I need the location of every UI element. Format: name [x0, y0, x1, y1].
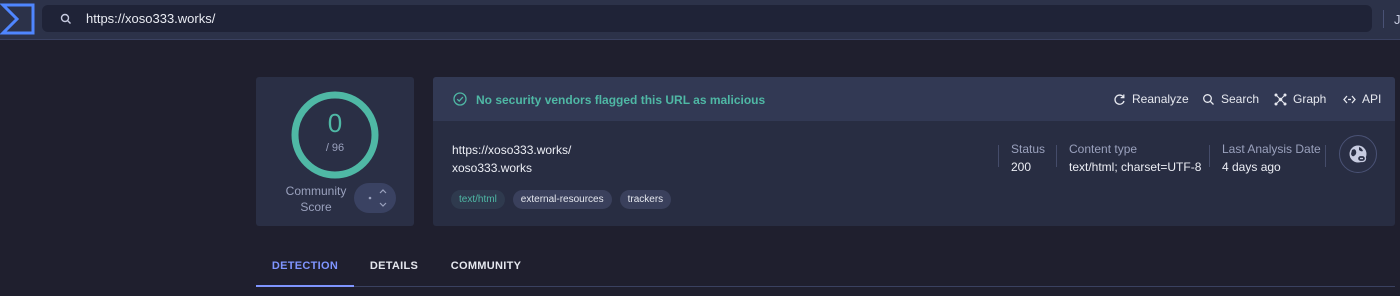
- url-globe-button[interactable]: [1339, 135, 1377, 173]
- meta-divider: [1325, 145, 1326, 167]
- search-icon: [60, 13, 71, 24]
- api-icon: [1343, 95, 1356, 103]
- search-button[interactable]: Search: [1202, 91, 1259, 107]
- tab-community[interactable]: COMMUNITY: [444, 251, 528, 287]
- meta-divider: [998, 145, 999, 167]
- search-input[interactable]: [86, 11, 1286, 26]
- status-label: Status: [1011, 142, 1046, 156]
- analysis-status-message: No security vendors flagged this URL as …: [476, 93, 766, 107]
- meta-divider: [1056, 145, 1057, 167]
- detection-count: 0: [327, 108, 343, 138]
- community-score-widget[interactable]: [354, 183, 396, 213]
- graph-button[interactable]: Graph: [1274, 91, 1326, 107]
- analyzed-url[interactable]: https://xoso333.works/: [452, 143, 571, 157]
- tag-external-resources[interactable]: external-resources: [512, 190, 612, 209]
- search-label: Search: [1221, 92, 1260, 106]
- graph-label: Graph: [1293, 92, 1327, 106]
- search-bar[interactable]: [42, 5, 1372, 32]
- meta-divider: [1209, 145, 1210, 167]
- tag-text-html[interactable]: text/html: [451, 190, 505, 209]
- virustotal-logo-icon[interactable]: [0, 2, 36, 36]
- url-info-panel: No security vendors flagged this URL as …: [433, 77, 1395, 226]
- last-analysis-label: Last Analysis Date: [1222, 142, 1321, 156]
- api-button[interactable]: API: [1343, 91, 1381, 107]
- analysis-summary-header: No security vendors flagged this URL as …: [433, 77, 1395, 121]
- result-tabs: DETECTION DETAILS COMMUNITY: [256, 251, 1395, 287]
- analyzed-domain[interactable]: xoso333.works: [452, 161, 532, 175]
- check-circle-icon: [453, 92, 467, 106]
- status-value: 200: [1011, 160, 1032, 174]
- content-type-label: Content type: [1069, 142, 1138, 156]
- tag-list: text/html external-resources trackers: [451, 190, 679, 209]
- top-bar: J: [0, 0, 1400, 40]
- tab-details[interactable]: DETAILS: [364, 251, 424, 287]
- search-icon: [1203, 93, 1214, 105]
- refresh-icon: [1114, 93, 1125, 105]
- last-analysis-value: 4 days ago: [1222, 160, 1281, 174]
- tag-trackers[interactable]: trackers: [619, 190, 672, 209]
- reanalyze-label: Reanalyze: [1132, 92, 1189, 106]
- globe-link-icon: [1349, 145, 1367, 163]
- graph-icon: [1274, 93, 1287, 105]
- tab-detection[interactable]: DETECTION: [256, 251, 354, 287]
- content-type-value: text/html; charset=UTF-8: [1069, 160, 1202, 174]
- detection-total: / 96: [325, 142, 345, 154]
- community-score-label: Community Score: [285, 184, 347, 214]
- topbar-divider: [1383, 10, 1384, 28]
- reanalyze-button[interactable]: Reanalyze: [1113, 91, 1189, 107]
- api-label: API: [1362, 92, 1382, 106]
- user-menu-button[interactable]: J: [1394, 12, 1400, 27]
